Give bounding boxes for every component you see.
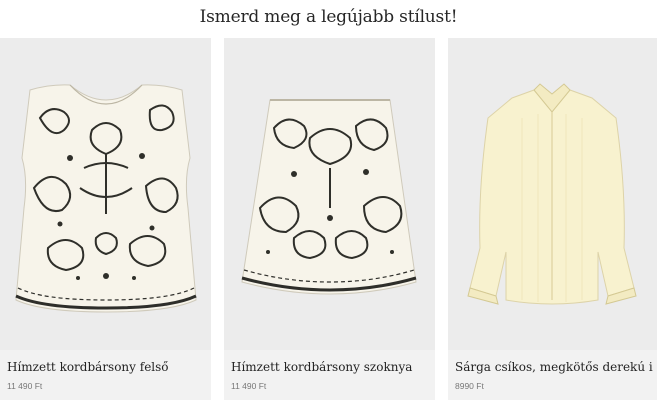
product-name[interactable]: Hímzett kordbársony szoknya [231, 359, 431, 375]
product-card-top[interactable]: Hímzett kordbársony felső 11 490 Ft [0, 38, 211, 400]
product-image-top[interactable] [0, 38, 211, 350]
product-card-skirt[interactable]: Hímzett kordbársony szoknya 11 490 Ft [224, 38, 435, 400]
product-name[interactable]: Sárga csíkos, megkötős derekú ing [455, 359, 653, 375]
product-price: 11 490 Ft [231, 381, 267, 391]
product-image-skirt[interactable] [224, 38, 435, 350]
product-card-shirt[interactable]: Sárga csíkos, megkötős derekú ing 8990 F… [448, 38, 657, 400]
product-name[interactable]: Hímzett kordbársony felső [7, 359, 207, 375]
product-price: 11 490 Ft [7, 381, 43, 391]
product-grid: Hímzett kordbársony felső 11 490 Ft Hímz… [0, 38, 657, 400]
product-price: 8990 Ft [455, 381, 484, 391]
product-image-shirt[interactable] [448, 38, 657, 350]
section-heading: Ismerd meg a legújabb stílust! [199, 7, 458, 27]
